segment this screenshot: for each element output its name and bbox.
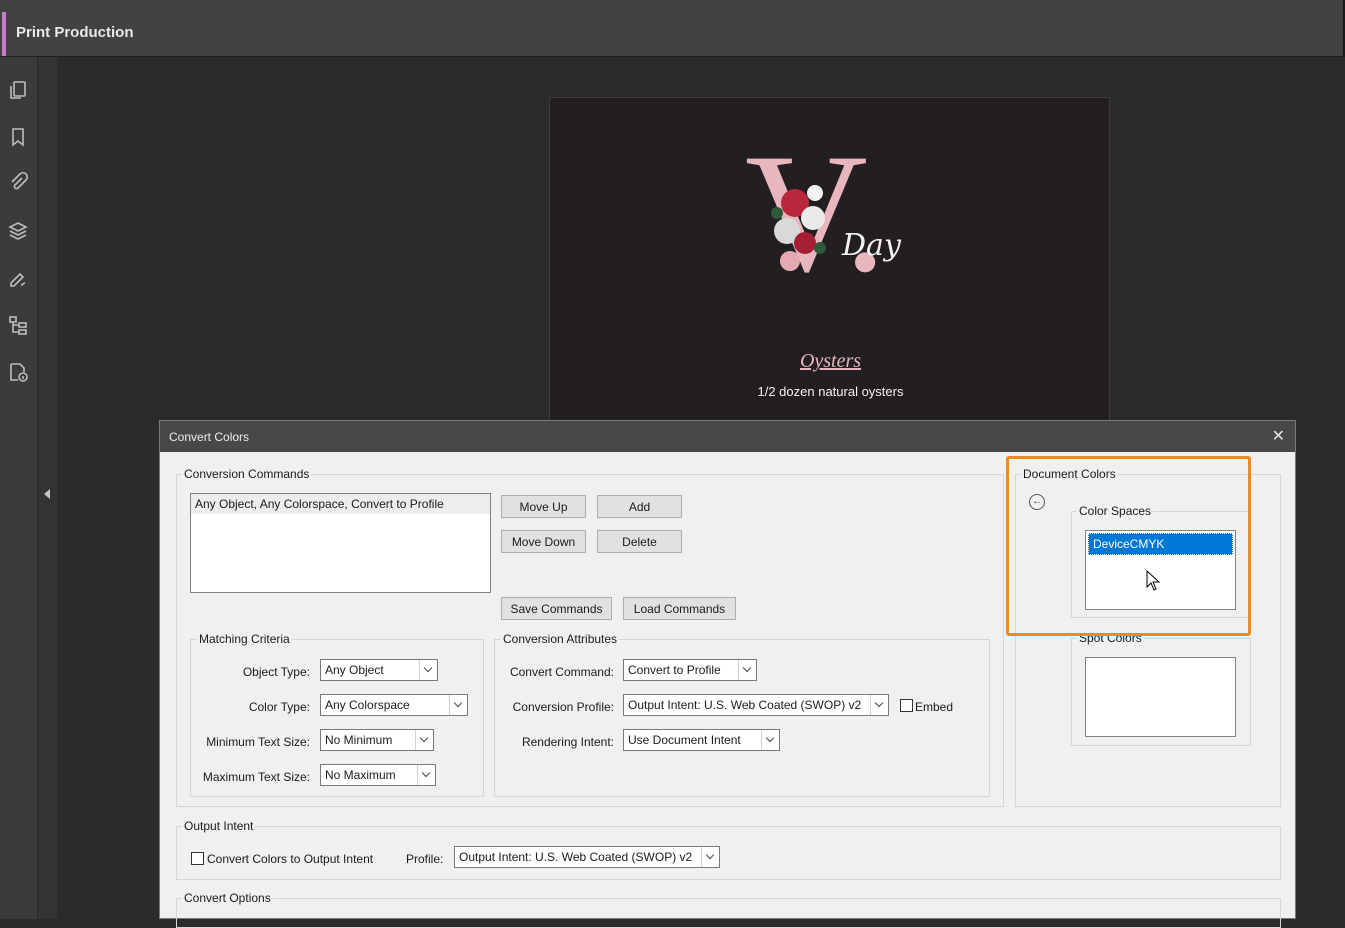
commands-list[interactable]: Any Object, Any Colorspace, Convert to P… xyxy=(190,493,491,593)
dialog-title: Convert Colors xyxy=(169,430,250,444)
save-commands-button[interactable]: Save Commands xyxy=(501,597,612,620)
object-type-select[interactable]: Any Object xyxy=(320,659,438,681)
conversion-profile-select[interactable]: Output Intent: U.S. Web Coated (SWOP) v2 xyxy=(623,694,889,716)
chevron-down-icon[interactable] xyxy=(701,847,719,867)
object-type-label: Object Type: xyxy=(242,665,310,679)
spot-colors-list[interactable] xyxy=(1085,657,1236,737)
min-text-size-label: Minimum Text Size: xyxy=(206,735,310,749)
chevron-down-icon[interactable] xyxy=(417,765,435,785)
conversion-attributes-label: Conversion Attributes xyxy=(501,632,620,646)
document-colors-highlight xyxy=(1006,456,1251,636)
chevron-down-icon[interactable] xyxy=(449,695,467,715)
embed-checkbox[interactable] xyxy=(900,699,913,712)
panel-collapse-handle[interactable] xyxy=(38,57,58,919)
matching-criteria-label: Matching Criteria xyxy=(197,632,292,646)
move-up-button[interactable]: Move Up xyxy=(501,495,586,518)
max-text-size-label: Maximum Text Size: xyxy=(202,770,310,784)
delete-button[interactable]: Delete xyxy=(597,530,682,553)
close-icon[interactable]: ✕ xyxy=(1272,426,1285,446)
flower-bouquet-image xyxy=(771,185,826,271)
convert-to-output-intent-checkbox[interactable] xyxy=(191,852,204,865)
move-down-button[interactable]: Move Down xyxy=(501,530,586,553)
color-type-label: Color Type: xyxy=(248,700,310,714)
object-type-value: Any Object xyxy=(325,663,384,677)
menu-item-title: Oysters xyxy=(799,350,862,372)
chevron-down-icon[interactable] xyxy=(738,660,756,680)
color-type-select[interactable]: Any Colorspace xyxy=(320,694,468,716)
max-text-size-select[interactable]: No Maximum xyxy=(320,764,436,786)
layers-icon[interactable] xyxy=(7,220,29,242)
rendering-intent-select[interactable]: Use Document Intent xyxy=(623,729,780,751)
chevron-down-icon[interactable] xyxy=(419,660,437,680)
conversion-commands-label: Conversion Commands xyxy=(182,467,312,481)
max-text-size-value: No Maximum xyxy=(325,768,396,782)
load-commands-button[interactable]: Load Commands xyxy=(623,597,736,620)
embed-label: Embed xyxy=(915,700,954,714)
list-item[interactable]: Any Object, Any Colorspace, Convert to P… xyxy=(191,494,490,514)
dialog-titlebar: Convert Colors ✕ xyxy=(160,421,1295,452)
rendering-intent-label: Rendering Intent: xyxy=(521,735,614,749)
min-text-size-select[interactable]: No Minimum xyxy=(320,729,434,751)
output-profile-label: Profile: xyxy=(406,852,444,866)
chevron-down-icon[interactable] xyxy=(870,695,888,715)
convert-options-group xyxy=(176,898,1281,928)
output-profile-value: Output Intent: U.S. Web Coated (SWOP) v2 xyxy=(459,850,693,864)
chevron-down-icon[interactable] xyxy=(415,730,433,750)
convert-options-label: Convert Options xyxy=(182,891,273,905)
left-tool-rail xyxy=(0,57,38,919)
convert-command-label: Convert Command: xyxy=(509,665,614,679)
color-type-value: Any Colorspace xyxy=(325,698,410,712)
output-intent-label: Output Intent xyxy=(182,819,256,833)
convert-to-output-intent-label: Convert Colors to Output Intent xyxy=(207,852,374,866)
collapse-arrow-icon[interactable] xyxy=(44,489,50,499)
pages-icon[interactable] xyxy=(7,79,29,101)
conversion-profile-label: Conversion Profile: xyxy=(512,700,614,714)
rendering-intent-value: Use Document Intent xyxy=(628,733,741,747)
output-profile-select[interactable]: Output Intent: U.S. Web Coated (SWOP) v2 xyxy=(454,846,720,868)
min-text-size-value: No Minimum xyxy=(325,733,393,747)
structure-icon[interactable] xyxy=(7,314,29,336)
chevron-down-icon[interactable] xyxy=(761,730,779,750)
attachment-icon[interactable] xyxy=(7,171,29,193)
panel-title: Print Production xyxy=(16,24,134,41)
panel-header: Print Production xyxy=(0,0,1345,57)
convert-command-value: Convert to Profile xyxy=(628,663,721,677)
panel-accent-bar xyxy=(2,12,6,56)
signature-icon[interactable] xyxy=(7,267,29,289)
convert-command-select[interactable]: Convert to Profile xyxy=(623,659,757,681)
accessibility-icon[interactable] xyxy=(7,361,29,383)
bookmark-icon[interactable] xyxy=(7,126,29,148)
document-page: V. Day Oysters 1/2 dozen natural oysters xyxy=(549,97,1110,427)
conversion-profile-value: Output Intent: U.S. Web Coated (SWOP) v2 xyxy=(628,698,862,712)
menu-item-description: 1/2 dozen natural oysters xyxy=(757,384,904,399)
script-text: Day xyxy=(842,228,901,263)
add-button[interactable]: Add xyxy=(597,495,682,518)
